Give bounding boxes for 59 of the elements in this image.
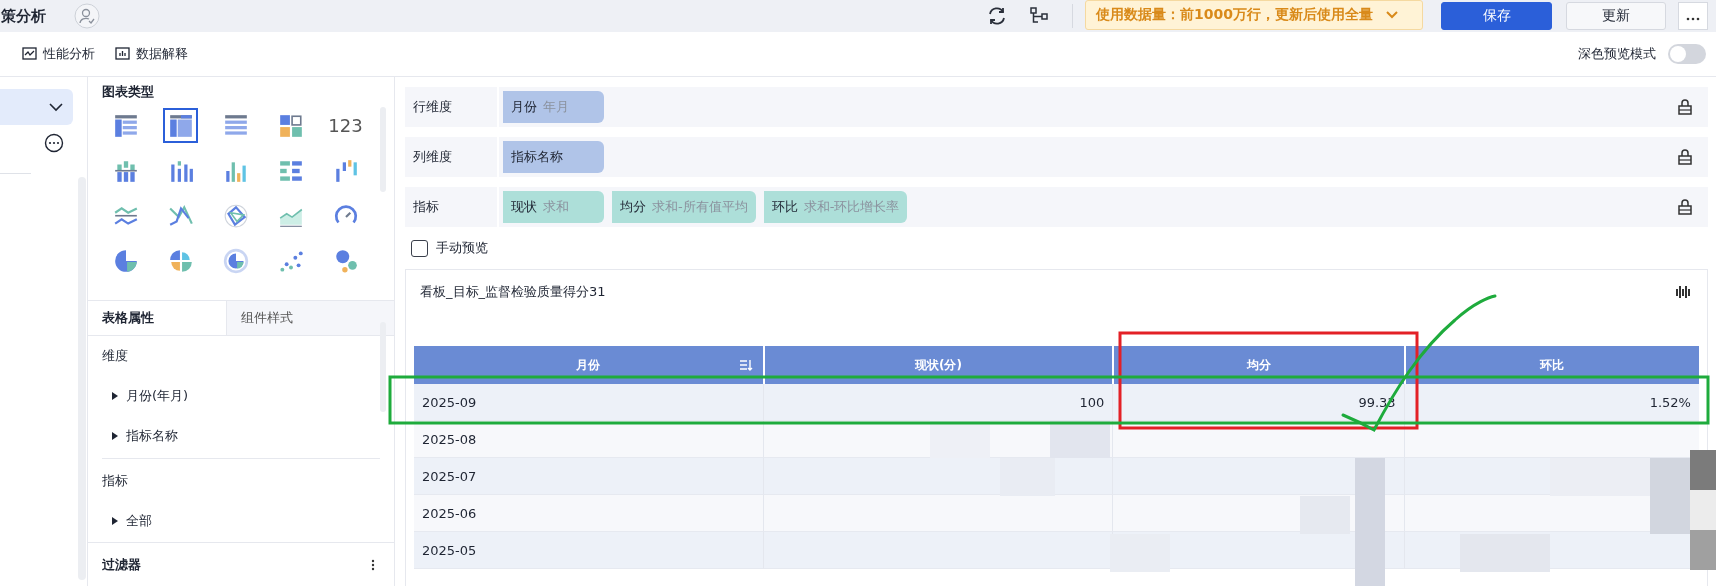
- table-cell: 2025-06: [414, 495, 763, 532]
- refresh-icon[interactable]: [986, 5, 1008, 27]
- chevron-down-icon: [49, 102, 63, 112]
- field-shelf: 列维度 指标名称: [405, 137, 1708, 177]
- manual-preview-checkbox[interactable]: [411, 239, 428, 257]
- update-button[interactable]: 更新: [1566, 2, 1666, 30]
- section-title: 过滤器: [102, 555, 141, 574]
- table-title: 看板_目标_监督检验质量得分31: [420, 283, 606, 301]
- chart-type-option[interactable]: [163, 108, 198, 143]
- cards-chart-icon: [277, 112, 304, 139]
- page-title: 策分析: [1, 6, 46, 26]
- lock-icon[interactable]: [1676, 148, 1694, 166]
- barcode-chart-icon[interactable]: [1675, 285, 1691, 299]
- chart-bar-icon: [115, 46, 130, 62]
- table-chart-icon: [112, 112, 139, 139]
- lock-icon[interactable]: [1676, 198, 1694, 216]
- pie-chart-icon: [112, 247, 139, 274]
- caret-icon: [110, 431, 120, 441]
- table-cell: 2025-07: [414, 458, 763, 495]
- toolbar-button[interactable]: 性能分析: [22, 45, 95, 63]
- toolbar-button[interactable]: 数据解释: [115, 45, 188, 63]
- panel-tab[interactable]: 组件样式: [226, 301, 394, 335]
- table-cell: 1.52%: [1403, 384, 1699, 421]
- section-title: 图表类型: [101, 83, 155, 101]
- dark-preview-label: 深色预览模式: [1578, 45, 1656, 63]
- table-cell: 2025-09: [414, 384, 763, 421]
- measure-item[interactable]: 全部: [88, 501, 394, 541]
- rose-chart-icon: [167, 247, 194, 274]
- more-icon: [1686, 17, 1700, 21]
- save-button[interactable]: 保存: [1441, 2, 1552, 30]
- section-title: 指标: [101, 472, 129, 490]
- caret-icon: [110, 516, 120, 526]
- field-chip[interactable]: 现状 求和: [503, 191, 604, 223]
- field-shelf: 行维度 月份 年月: [405, 87, 1708, 127]
- sort-icon[interactable]: [738, 359, 753, 371]
- field-shelf: 指标 现状 求和 均分 求和-所有值平均 环比 求和-环比增长率: [405, 187, 1708, 227]
- dropdown-field[interactable]: [0, 89, 73, 125]
- field-chip[interactable]: 月份 年月: [503, 91, 604, 123]
- dark-preview-toggle[interactable]: [1668, 44, 1706, 64]
- dimension-item[interactable]: 月份(年月): [88, 376, 394, 416]
- table-cell: 2025-05: [414, 532, 763, 569]
- field-chip[interactable]: 均分 求和-所有值平均: [612, 191, 756, 223]
- more-circle-icon[interactable]: [44, 133, 64, 153]
- lock-icon[interactable]: [1676, 98, 1694, 116]
- section-title: 维度: [101, 347, 129, 365]
- scrollbar[interactable]: [78, 177, 86, 580]
- number-chart-icon[interactable]: 123: [328, 108, 363, 143]
- caret-icon: [110, 391, 120, 401]
- table-cell: 2025-08: [414, 421, 763, 458]
- dimension-item[interactable]: 指标名称: [88, 416, 394, 456]
- checkbox-label: 手动预览: [436, 239, 488, 257]
- table-cell: 100: [762, 384, 1113, 421]
- pivot-chart-icon: [167, 112, 194, 139]
- radar-chart-icon: [222, 202, 249, 229]
- field-chip[interactable]: 指标名称: [503, 141, 604, 173]
- user-check-icon[interactable]: [74, 3, 100, 29]
- scrollbar[interactable]: [380, 322, 386, 412]
- field-chip[interactable]: 环比 求和-环比增长率: [763, 191, 908, 223]
- ring-chart-icon: [222, 247, 249, 274]
